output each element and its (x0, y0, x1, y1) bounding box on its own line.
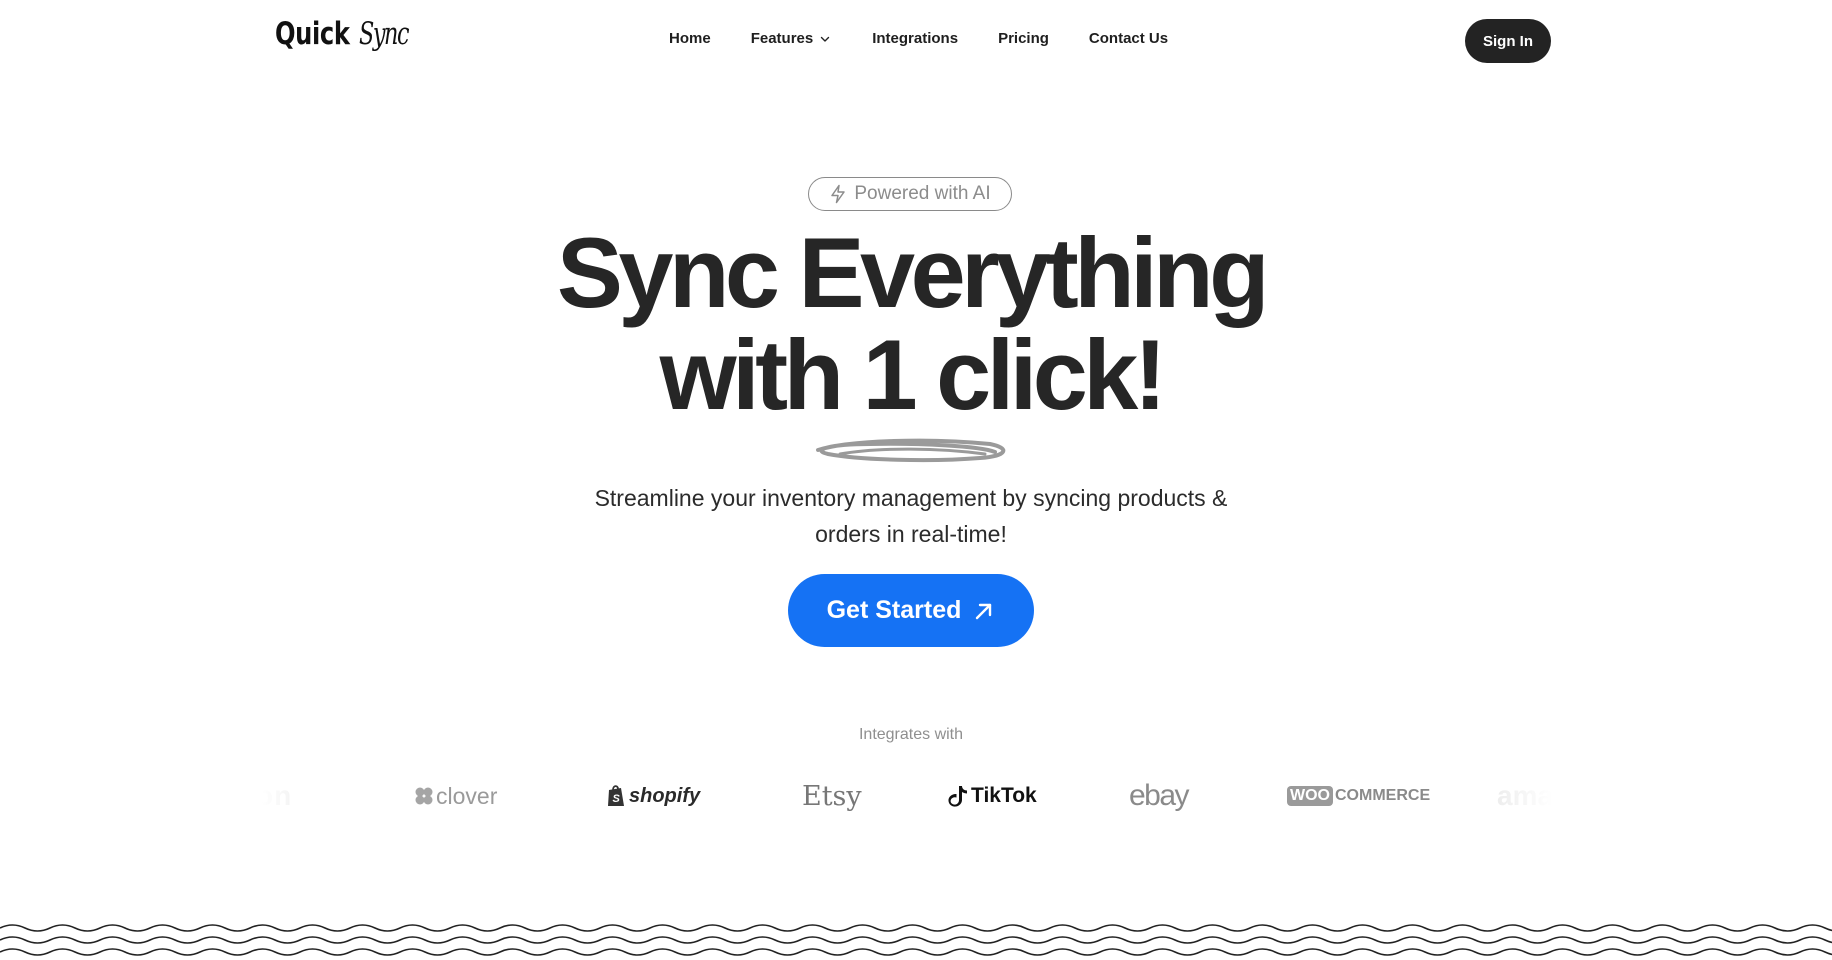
nav-link-pricing[interactable]: Pricing (998, 30, 1049, 47)
clover-logo: clover (414, 770, 497, 822)
nav-link-home[interactable]: Home (669, 30, 711, 47)
brand-text-box: WOO (1287, 786, 1333, 806)
nav-link-label: Features (750, 30, 814, 47)
brand-text: shopify (629, 784, 701, 807)
brand-text: COMMERCE (1335, 787, 1431, 804)
headline-line-1: Sync Everything (556, 217, 1270, 328)
tiktok-note-icon (948, 786, 967, 807)
nav-link-label: Pricing (998, 30, 1049, 47)
badge-label: Powered with AI (854, 183, 991, 204)
brand-text: clover (436, 782, 498, 809)
sign-in-button[interactable]: Sign In (1465, 19, 1551, 63)
headline-line-2: with 1 click! (659, 319, 1167, 430)
scribble-underline (816, 438, 1006, 463)
wave-line (0, 936, 1832, 944)
shopify-bag-icon: S (608, 785, 624, 806)
tiktok-logo: TikTok (948, 770, 1037, 822)
woocommerce-logo: WOO COMMERCE (1287, 770, 1430, 822)
lightning-icon (831, 184, 846, 204)
logo[interactable]: Quick Sync (275, 16, 427, 52)
brand-text: Etsy (802, 780, 862, 812)
nav-link-label: Integrations (872, 30, 959, 47)
hero-subtitle: Streamline your inventory management by … (594, 485, 1228, 547)
clover-icon (415, 787, 433, 805)
nav-link-integrations[interactable]: Integrations (872, 30, 958, 47)
nav-link-label: Contact Us (1088, 30, 1169, 47)
arrow-up-right-icon (976, 603, 992, 619)
chevron-down-icon (821, 36, 830, 42)
brand-text: ebay (1129, 779, 1190, 812)
nav-link-contact[interactable]: Contact Us (1089, 30, 1168, 47)
fade-right (1462, 770, 1552, 822)
powered-with-ai-badge: Powered with AI (808, 177, 1012, 211)
fade-left (262, 770, 352, 822)
integration-logos: on clover S shopify Etsy (262, 770, 1552, 822)
get-started-button[interactable]: Get Started (788, 574, 1034, 647)
wave-line (0, 948, 1832, 956)
svg-text:S: S (613, 793, 621, 805)
navbar: Quick Sync Home Features Integrations Pr… (0, 0, 1832, 82)
logo-text-sync: Sync (359, 16, 409, 52)
logo-text-quick: Quick (275, 16, 350, 52)
hero-headline: Sync Everything with 1 click! (0, 222, 1822, 426)
wave-line (0, 924, 1832, 932)
cta-label: Get Started (826, 596, 962, 624)
brand-text: TikTok (971, 784, 1037, 807)
integrates-with-label: Integrates with (858, 726, 964, 743)
wave-divider (0, 924, 1832, 956)
nav-link-features[interactable]: Features (751, 30, 831, 47)
shopify-logo: S shopify (606, 770, 700, 822)
landing-page: Quick Sync Home Features Integrations Pr… (0, 0, 1832, 960)
etsy-logo: Etsy (802, 770, 862, 822)
nav-links: Home Features Integrations Pricing Conta… (669, 30, 1208, 47)
ebay-logo: ebay (1129, 770, 1190, 822)
nav-link-label: Home (669, 30, 711, 47)
